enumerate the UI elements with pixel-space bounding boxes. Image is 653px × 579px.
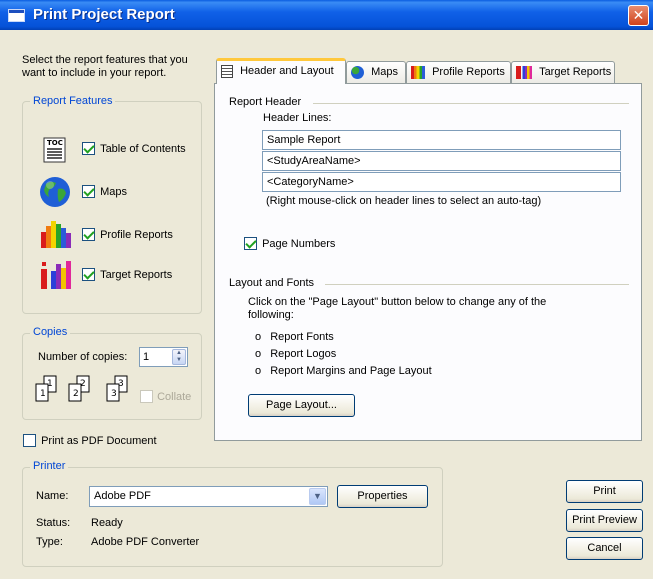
header-line-2[interactable]: <StudyAreaName> bbox=[262, 151, 621, 171]
intro-text: Select the report features that you want… bbox=[22, 54, 188, 79]
tab-maps[interactable]: Maps bbox=[346, 61, 406, 83]
print-preview-button[interactable]: Print Preview bbox=[566, 509, 643, 532]
header-line-3[interactable]: <CategoryName> bbox=[262, 172, 621, 192]
spin-down-icon: ▼ bbox=[176, 357, 182, 363]
print-pdf-option[interactable]: Print as PDF Document bbox=[23, 434, 157, 447]
toc-icon: TOC bbox=[43, 137, 67, 163]
printer-name-value: Adobe PDF bbox=[94, 490, 151, 502]
chevron-down-icon[interactable]: ▼ bbox=[309, 488, 326, 505]
copies-value: 1 bbox=[143, 351, 150, 363]
layout-description: Click on the "Page Layout" button below … bbox=[248, 296, 547, 321]
cancel-button[interactable]: Cancel bbox=[566, 537, 643, 560]
globe-icon bbox=[38, 175, 72, 209]
globe-icon bbox=[351, 65, 364, 79]
svg-text:TOC: TOC bbox=[47, 139, 63, 147]
target-reports-option[interactable]: Target Reports bbox=[82, 268, 172, 281]
layout-fonts-title: Layout and Fonts bbox=[229, 277, 315, 289]
bullet-report-fonts: o Report Fonts bbox=[255, 331, 334, 343]
tab-label: Profile Reports bbox=[432, 66, 505, 79]
printer-type-value: Adobe PDF Converter bbox=[91, 536, 200, 548]
properties-button[interactable]: Properties bbox=[337, 485, 428, 508]
collate-option[interactable]: Collate bbox=[140, 390, 191, 403]
maps-option[interactable]: Maps bbox=[82, 185, 127, 198]
collate-icon: 1 1 2 2 3 3 bbox=[33, 374, 141, 404]
title-bar: Print Project Report ✕ bbox=[0, 0, 653, 30]
maps-label: Maps bbox=[100, 185, 127, 198]
profile-report-icon bbox=[411, 65, 425, 79]
copies-label: Number of copies: bbox=[38, 351, 128, 363]
report-header-separator bbox=[313, 103, 629, 104]
tab-label: Maps bbox=[371, 66, 398, 79]
target-reports-checkbox[interactable] bbox=[82, 268, 95, 281]
page-numbers-option[interactable]: Page Numbers bbox=[244, 237, 335, 250]
header-line-1[interactable]: Sample Report bbox=[262, 130, 621, 150]
document-icon bbox=[221, 64, 233, 78]
layout-fonts-separator bbox=[325, 284, 629, 285]
spin-buttons[interactable]: ▲ ▼ bbox=[172, 349, 186, 365]
svg-text:2: 2 bbox=[73, 389, 79, 399]
bullet-label: Report Logos bbox=[270, 348, 337, 360]
tab-label: Target Reports bbox=[539, 66, 612, 79]
printer-legend: Printer bbox=[30, 460, 69, 472]
print-pdf-checkbox[interactable] bbox=[23, 434, 36, 447]
printer-status-label: Status: bbox=[36, 517, 71, 529]
tab-profile-reports[interactable]: Profile Reports bbox=[406, 61, 511, 83]
tab-target-reports[interactable]: Target Reports bbox=[511, 61, 615, 83]
printer-group bbox=[22, 467, 443, 567]
page-numbers-label: Page Numbers bbox=[262, 237, 336, 250]
collate-label: Collate bbox=[157, 390, 192, 403]
profile-reports-label: Profile Reports bbox=[100, 228, 173, 241]
toc-checkbox[interactable] bbox=[82, 142, 95, 155]
bullet-label: Report Margins and Page Layout bbox=[270, 365, 432, 377]
auto-tag-hint: (Right mouse-click on header lines to se… bbox=[266, 195, 542, 207]
svg-text:1: 1 bbox=[40, 389, 46, 399]
bullet-label: Report Fonts bbox=[270, 331, 334, 343]
bullet-icon: o bbox=[255, 348, 262, 360]
report-features-legend: Report Features bbox=[30, 95, 116, 107]
bullet-icon: o bbox=[255, 331, 262, 343]
page-layout-button[interactable]: Page Layout... bbox=[248, 394, 355, 417]
tab-label: Header and Layout bbox=[240, 65, 334, 78]
header-lines-label: Header Lines: bbox=[263, 112, 332, 124]
close-icon: ✕ bbox=[632, 7, 645, 23]
print-pdf-label: Print as PDF Document bbox=[41, 434, 157, 447]
toc-option[interactable]: Table of Contents bbox=[82, 142, 186, 155]
svg-text:3: 3 bbox=[111, 389, 117, 399]
profile-reports-checkbox[interactable] bbox=[82, 228, 95, 241]
page-numbers-checkbox[interactable] bbox=[244, 237, 257, 250]
window-icon bbox=[8, 9, 25, 22]
toc-label: Table of Contents bbox=[100, 142, 186, 155]
target-report-icon bbox=[40, 259, 72, 289]
window-title: Print Project Report bbox=[33, 6, 175, 23]
copies-legend: Copies bbox=[30, 326, 71, 338]
profile-report-icon bbox=[40, 218, 72, 248]
printer-select[interactable]: Adobe PDF ▼ bbox=[89, 486, 328, 507]
bullet-report-margins: o Report Margins and Page Layout bbox=[255, 365, 432, 377]
target-report-icon bbox=[516, 65, 532, 79]
close-button[interactable]: ✕ bbox=[628, 5, 649, 26]
report-header-title: Report Header bbox=[229, 96, 302, 108]
copies-spinner[interactable]: 1 ▲ ▼ bbox=[139, 347, 188, 367]
maps-checkbox[interactable] bbox=[82, 185, 95, 198]
collate-checkbox[interactable] bbox=[140, 390, 153, 403]
header-layout-panel: Report Header Header Lines: Sample Repor… bbox=[214, 83, 642, 441]
printer-status-value: Ready bbox=[91, 517, 123, 529]
target-reports-label: Target Reports bbox=[100, 268, 173, 281]
bullet-report-logos: o Report Logos bbox=[255, 348, 336, 360]
print-button[interactable]: Print bbox=[566, 480, 643, 503]
spin-up-icon[interactable]: ▲ bbox=[173, 350, 185, 357]
printer-type-label: Type: bbox=[36, 536, 63, 548]
printer-name-label: Name: bbox=[36, 490, 69, 502]
bullet-icon: o bbox=[255, 365, 262, 377]
profile-reports-option[interactable]: Profile Reports bbox=[82, 228, 173, 241]
tab-header-and-layout[interactable]: Header and Layout bbox=[216, 58, 346, 84]
